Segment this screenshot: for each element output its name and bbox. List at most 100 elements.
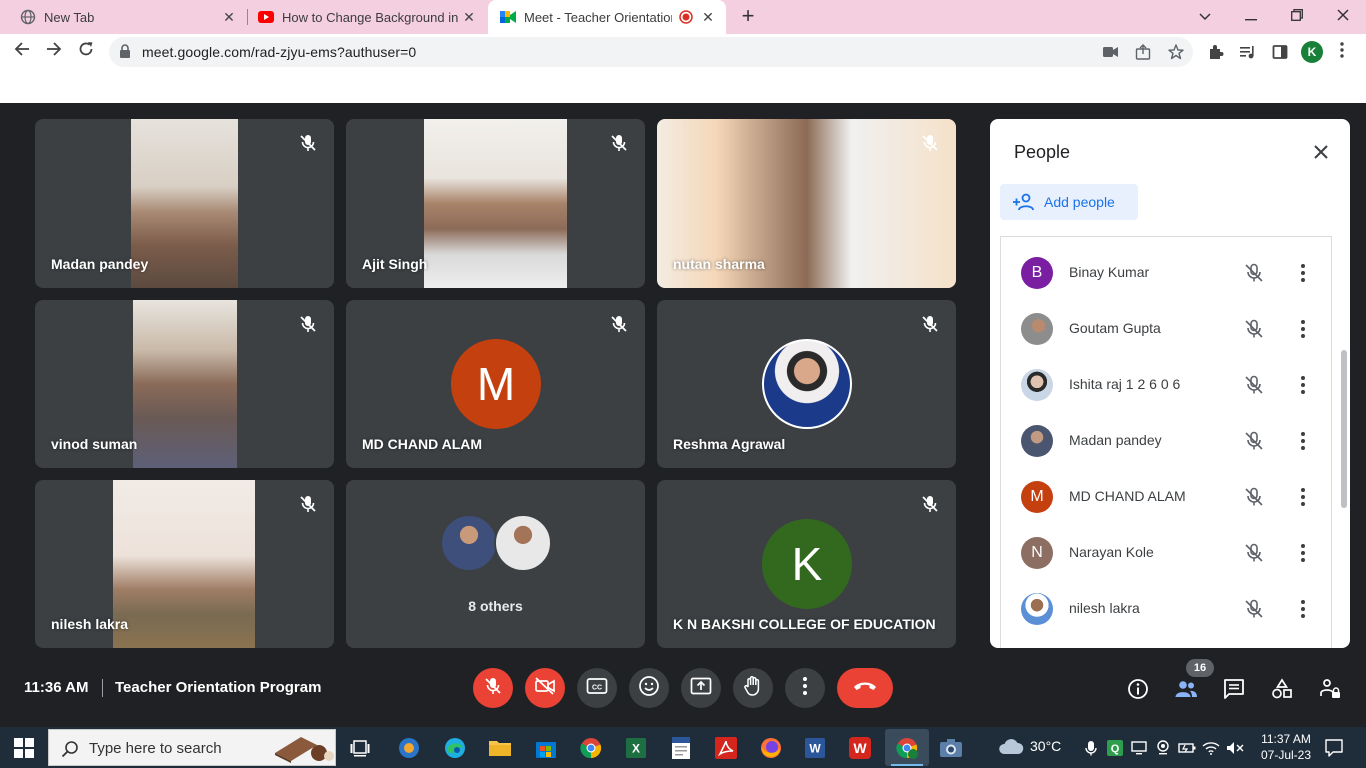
notification-center-icon[interactable] [1324, 738, 1344, 758]
chat-icon[interactable] [1222, 677, 1246, 701]
people-icon[interactable] [1174, 677, 1198, 701]
list-item[interactable]: Madan pandey [1001, 413, 1321, 469]
webcam-tray-icon[interactable] [1154, 739, 1172, 757]
present-screen-button[interactable] [681, 668, 721, 708]
reload-icon[interactable] [74, 40, 98, 64]
more-options-icon[interactable] [1297, 374, 1309, 396]
reactions-button[interactable] [629, 668, 669, 708]
more-options-icon[interactable] [1297, 598, 1309, 620]
volume-muted-icon[interactable] [1226, 739, 1244, 757]
people-list-scrollbar[interactable] [1341, 350, 1347, 508]
close-window-button[interactable] [1331, 5, 1355, 29]
mic-off-icon[interactable] [1243, 542, 1265, 564]
windows-start-icon[interactable] [14, 738, 34, 758]
participant-tile[interactable]: vinod suman [35, 300, 334, 468]
mic-off-icon[interactable] [1243, 430, 1265, 452]
weather-widget[interactable]: 30°C [998, 737, 1061, 755]
list-item[interactable]: M MD CHAND ALAM [1001, 469, 1321, 525]
share-icon[interactable] [1133, 43, 1153, 61]
mic-off-icon[interactable] [1243, 598, 1265, 620]
restore-button[interactable] [1285, 5, 1309, 29]
camera-toggle-button[interactable] [525, 668, 565, 708]
more-options-icon[interactable] [1297, 262, 1309, 284]
mic-off-icon[interactable] [1243, 486, 1265, 508]
minimize-button[interactable] [1239, 5, 1263, 29]
others-tile[interactable]: 8 others [346, 480, 645, 648]
camera-blocked-icon[interactable] [1101, 43, 1121, 61]
close-tab-icon[interactable]: ✕ [700, 9, 716, 26]
raise-hand-button[interactable] [733, 668, 773, 708]
camera-app-icon[interactable] [938, 735, 964, 761]
excel-icon[interactable]: X [623, 735, 649, 761]
system-clock[interactable]: 11:37 AM 07-Jul-23 [1254, 731, 1318, 763]
tab-new-tab[interactable]: New Tab ✕ [0, 0, 247, 34]
mic-toggle-button[interactable] [473, 668, 513, 708]
activities-icon[interactable] [1270, 677, 1294, 701]
mic-off-icon[interactable] [1243, 262, 1265, 284]
chrome-icon[interactable] [578, 735, 604, 761]
avatar [1021, 425, 1053, 457]
word-icon[interactable]: W [802, 735, 828, 761]
side-panel-icon[interactable] [1269, 42, 1291, 62]
list-item[interactable]: Goutam Gupta [1001, 301, 1321, 357]
people-list[interactable]: B Binay Kumar Goutam Gupta Ishita raj 1 … [1000, 236, 1332, 648]
chrome-profile-icon-active[interactable] [885, 729, 929, 766]
back-arrow-icon[interactable] [10, 40, 34, 64]
tab-title: Meet - Teacher Orientation P [524, 9, 672, 25]
list-item[interactable]: Ishita raj 1 2 6 0 6 [1001, 357, 1321, 413]
microsoft-store-icon[interactable] [533, 735, 559, 761]
taskbar-search-box[interactable]: Type here to search [48, 729, 336, 766]
participant-name: MD CHAND ALAM [362, 436, 483, 452]
tab-meet[interactable]: Meet - Teacher Orientation P ✕ [488, 0, 726, 34]
participant-tile[interactable]: Ajit Singh [346, 119, 645, 288]
app-icon-teamviewer[interactable] [396, 735, 422, 761]
tab-search-icon[interactable] [1193, 5, 1217, 29]
wordpad-icon[interactable] [668, 735, 694, 761]
media-queue-icon[interactable] [1237, 42, 1259, 62]
list-item[interactable]: N Narayan Kole [1001, 525, 1321, 581]
mic-off-icon[interactable] [1243, 318, 1265, 340]
list-item[interactable]: B Binay Kumar [1001, 245, 1321, 301]
acrobat-icon[interactable] [713, 735, 739, 761]
tab-youtube[interactable]: How to Change Background in G ✕ [238, 0, 487, 34]
more-options-icon[interactable] [1297, 486, 1309, 508]
lock-icon[interactable] [119, 44, 133, 60]
microphone-tray-icon[interactable] [1082, 739, 1100, 757]
firefox-icon[interactable] [758, 735, 784, 761]
leave-call-button[interactable] [837, 668, 893, 708]
file-explorer-icon[interactable] [487, 735, 513, 761]
forward-arrow-icon[interactable] [42, 40, 66, 64]
participant-tile[interactable]: nilesh lakra [35, 480, 334, 648]
app-tray-icon-q[interactable]: Q [1106, 739, 1124, 757]
participant-tile[interactable]: nutan sharma [657, 119, 956, 288]
profile-avatar[interactable]: K [1301, 41, 1323, 63]
mic-off-icon[interactable] [1243, 374, 1265, 396]
browser-menu-icon[interactable] [1340, 42, 1344, 64]
bookmark-star-icon[interactable] [1166, 43, 1186, 61]
more-options-icon[interactable] [1297, 318, 1309, 340]
captions-button[interactable]: CC [577, 668, 617, 708]
participant-tile[interactable]: Reshma Agrawal [657, 300, 956, 468]
new-tab-button[interactable]: + [736, 5, 760, 29]
close-icon[interactable] [1310, 141, 1332, 163]
task-view-icon[interactable] [348, 735, 374, 761]
more-options-button[interactable] [785, 668, 825, 708]
wifi-icon[interactable] [1202, 739, 1220, 757]
close-tab-icon[interactable]: ✕ [461, 9, 477, 26]
address-bar[interactable]: meet.google.com/rad-zjyu-ems?authuser=0 [109, 37, 1193, 67]
close-tab-icon[interactable]: ✕ [221, 9, 237, 26]
more-options-icon[interactable] [1297, 430, 1309, 452]
battery-icon[interactable] [1178, 739, 1196, 757]
participant-tile[interactable]: Madan pandey [35, 119, 334, 288]
host-controls-icon[interactable] [1318, 677, 1342, 701]
display-tray-icon[interactable] [1130, 739, 1148, 757]
participant-tile[interactable]: M MD CHAND ALAM [346, 300, 645, 468]
extensions-puzzle-icon[interactable] [1205, 42, 1227, 62]
meeting-details-icon[interactable] [1126, 677, 1150, 701]
add-people-button[interactable]: Add people [1000, 184, 1138, 220]
more-options-icon[interactable] [1297, 542, 1309, 564]
participant-tile[interactable]: K K N BAKSHI COLLEGE OF EDUCATION [657, 480, 956, 648]
list-item[interactable]: nilesh lakra [1001, 581, 1321, 637]
edge-browser-icon[interactable] [442, 735, 468, 761]
wps-office-icon[interactable]: W [847, 735, 873, 761]
